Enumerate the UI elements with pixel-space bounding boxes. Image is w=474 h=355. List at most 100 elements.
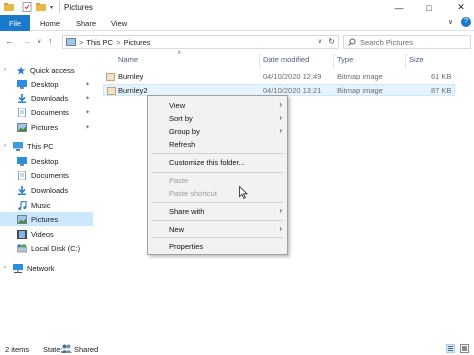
properties-quick-icon[interactable] [22,2,32,12]
sidebar-item-label: Documents [31,170,69,180]
sidebar-item-label: Desktop [31,156,59,166]
sidebar-item-downloads-pc[interactable]: Downloads [0,183,93,197]
search-input[interactable]: Search Pictures [360,38,413,47]
recent-locations-icon[interactable]: ∨ [37,38,41,45]
pin-icon[interactable]: ✦ [85,109,90,116]
sidebar-item-pictures[interactable]: Pictures ✦ [0,120,93,134]
submenu-arrow-icon: › [279,206,282,215]
new-folder-quick-icon[interactable] [36,2,46,12]
maximize-button[interactable]: □ [418,0,440,15]
context-menu: View › Sort by › Group by › Refresh Cust… [147,95,288,255]
sidebar-item-music[interactable]: Music [0,198,93,212]
navigation-pane: Quick access Desktop ✦ Downloads ✦ Docum… [0,58,93,340]
breadcrumb-separator: > [79,37,84,47]
sidebar-item-downloads[interactable]: Downloads ✦ [0,91,93,105]
tab-share[interactable]: Share [76,15,96,31]
menu-item-label: New [169,225,185,234]
downloads-folder-icon [18,185,26,195]
state-label: State: [43,345,63,354]
desktop-folder-icon [17,156,27,166]
file-name: Burnley2 [118,86,148,95]
sidebar-item-network[interactable]: Network [0,261,93,275]
menu-separator [152,172,283,173]
file-row[interactable]: Burnley 04/10/2020 12:49 Bitmap image 61… [103,71,455,83]
pictures-location-icon [66,38,76,46]
submenu-arrow-icon: › [279,224,282,233]
address-bar[interactable]: > This PC > Pictures ∨ ↻ [62,35,339,49]
menu-item-label: Paste shortcut [169,189,217,198]
forward-arrow-icon[interactable]: → [22,36,31,46]
sidebar-item-videos[interactable]: Videos [0,227,93,241]
pictures-folder-icon [17,214,27,224]
tab-file[interactable]: File [0,15,30,31]
large-icons-view-icon[interactable] [460,344,469,353]
menu-item-label: Group by [169,127,200,136]
minimize-button[interactable]: — [388,0,410,15]
pin-icon[interactable]: ✦ [85,81,90,88]
breadcrumb-pictures[interactable]: Pictures [123,38,150,47]
item-count: 2 items [5,345,30,354]
sidebar-item-documents-pc[interactable]: Documents [0,168,93,182]
file-size: 61 KB [431,72,452,81]
breadcrumb-this-pc[interactable]: This PC [86,38,113,47]
sidebar-item-label: Downloads [31,93,69,103]
refresh-icon[interactable]: ↻ [328,37,335,46]
sidebar-item-pictures-pc[interactable]: Pictures [0,212,93,226]
sidebar-item-local-disk[interactable]: Local Disk (C:) [0,241,93,255]
menu-item-sort-by[interactable]: Sort by › [148,112,287,125]
file-date: 04/10/2020 12:49 [263,72,322,81]
menu-item-share-with[interactable]: Share with › [148,205,287,218]
column-header-name[interactable]: Name [118,55,138,67]
window-title: Pictures [64,3,93,12]
sidebar-item-label: Network [27,263,55,273]
sidebar-item-documents[interactable]: Documents ✦ [0,105,93,119]
tab-home[interactable]: Home [40,15,60,31]
column-separator[interactable] [405,54,406,68]
tab-view[interactable]: View [111,15,127,31]
menu-item-view[interactable]: View › [148,99,287,112]
menu-item-customize-folder[interactable]: Customize this folder... [148,156,287,169]
column-header-type[interactable]: Type [337,55,353,67]
sidebar-item-desktop-pc[interactable]: Desktop [0,154,93,168]
file-name: Burnley [118,72,144,81]
sidebar-item-label: Documents [31,107,69,117]
menu-separator [152,237,283,238]
menu-item-group-by[interactable]: Group by › [148,125,287,138]
documents-folder-icon [18,170,26,180]
expand-ribbon-icon[interactable]: ∨ [448,18,453,26]
menu-item-properties[interactable]: Properties [148,240,287,253]
sidebar-item-label: This PC [27,141,54,151]
sidebar-item-quick-access[interactable]: Quick access [0,63,93,77]
sidebar-item-desktop[interactable]: Desktop ✦ [0,77,93,91]
submenu-arrow-icon: › [279,113,282,122]
folder-icon [4,3,14,11]
close-button[interactable]: ✕ [450,0,472,15]
menu-item-new[interactable]: New › [148,223,287,236]
help-icon[interactable]: ? [461,17,471,27]
sidebar-item-label: Videos [31,229,54,239]
sidebar-item-label: Downloads [31,185,69,195]
column-header-date[interactable]: Date modified [263,55,309,67]
address-dropdown-icon[interactable]: ∨ [318,38,322,45]
search-icon [348,38,356,46]
sidebar-item-label: Pictures [31,214,59,224]
file-size: 87 KB [431,86,452,95]
column-header-size[interactable]: Size [409,55,424,67]
expand-quick-access-icon[interactable]: › [4,67,6,73]
back-arrow-icon[interactable]: ← [5,36,14,46]
sidebar-item-label: Quick access [30,65,75,75]
expand-network-icon[interactable]: › [4,265,6,271]
column-separator[interactable] [333,54,334,68]
pin-icon[interactable]: ✦ [85,124,90,131]
sidebar-item-this-pc[interactable]: This PC [0,139,93,153]
documents-folder-icon [18,107,26,117]
column-separator[interactable] [259,54,260,68]
sidebar-item-label: Local Disk (C:) [31,243,81,253]
pin-icon[interactable]: ✦ [85,95,90,102]
menu-item-refresh[interactable]: Refresh [148,138,287,151]
details-view-icon[interactable] [446,344,455,353]
expand-this-pc-icon[interactable]: › [4,143,6,149]
search-box[interactable]: Search Pictures [343,35,471,49]
sidebar-item-label: Desktop [31,79,59,89]
up-arrow-icon[interactable]: ↑ [48,36,53,46]
